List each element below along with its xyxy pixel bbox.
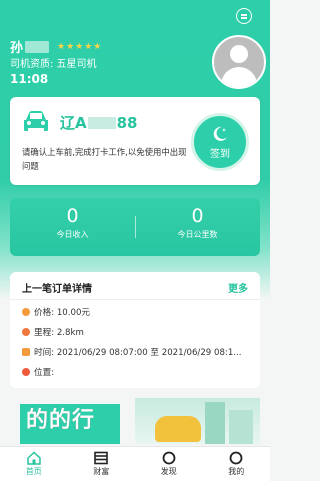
last-order-card: 上一笔订单详情 更多 价格: 10.00元 里程: 2.8km 时间: 2021… xyxy=(10,272,260,388)
location-icon xyxy=(22,368,30,376)
order-price-row: 价格: 10.00元 xyxy=(22,306,90,318)
order-mileage-row: 里程: 2.8km xyxy=(22,326,84,338)
tab-home-label: 首页 xyxy=(25,467,42,476)
banner-illustration xyxy=(135,398,260,444)
driver-qualification: 司机资质: 五星司机 xyxy=(10,59,97,70)
distance-label: 今日公里数 xyxy=(177,230,218,239)
order-time-row: 时间: 2021/06/29 08:07:00 至 2021/06/29 08:… xyxy=(22,346,242,358)
order-location: 位置: xyxy=(34,368,55,378)
building-shape xyxy=(205,402,225,444)
distance-value: 0 xyxy=(191,205,204,227)
driver-name-row: 孙 ★★★★★ xyxy=(10,37,102,56)
driver-name: 孙 xyxy=(10,41,24,56)
tab-home[interactable]: 首页 xyxy=(0,447,68,481)
building-shape xyxy=(229,410,253,444)
banner-logo-text: 的的行 xyxy=(26,408,96,433)
card-separator xyxy=(10,299,260,300)
vehicle-card: 辽A 88 请确认上车前,完成打卡工作,以免使用中出现问题 签到 xyxy=(10,97,260,185)
tab-mine[interactable]: 我的 xyxy=(203,447,271,481)
plate-redaction xyxy=(87,116,116,129)
distance-stat: 0 今日公里数 xyxy=(135,205,260,240)
order-location-row: 位置: xyxy=(22,366,54,378)
tab-wealth[interactable]: 财富 xyxy=(68,447,136,481)
more-link[interactable]: 更多 xyxy=(228,280,248,295)
current-time: 11:08 xyxy=(10,72,49,86)
clock-icon xyxy=(22,348,30,356)
income-stat: 0 今日收入 xyxy=(10,205,135,240)
profile-icon xyxy=(229,451,243,465)
income-value: 0 xyxy=(66,205,79,227)
bottom-tab-bar: 首页 财富 发现 我的 xyxy=(0,446,270,481)
license-plate: 辽A 88 xyxy=(60,112,137,133)
promo-banner[interactable]: 的的行 xyxy=(10,398,260,444)
income-label: 今日收入 xyxy=(56,230,89,239)
rating-stars: ★★★★★ xyxy=(57,41,103,52)
avatar-head-shape xyxy=(230,45,248,63)
avatar[interactable] xyxy=(212,35,266,89)
tab-wealth-label: 财富 xyxy=(93,467,110,476)
car-illustration xyxy=(155,416,201,442)
tab-mine-label: 我的 xyxy=(228,467,245,476)
tab-discover-label: 发现 xyxy=(160,467,177,476)
wallet-icon xyxy=(94,451,109,465)
price-icon xyxy=(22,308,30,316)
plate-suffix: 88 xyxy=(116,113,138,132)
tab-discover[interactable]: 发现 xyxy=(135,447,203,481)
order-mileage: 里程: 2.8km xyxy=(34,328,84,338)
signin-label: 签到 xyxy=(210,148,230,160)
plate-prefix: 辽A xyxy=(60,114,87,132)
car-icon xyxy=(24,111,48,131)
home-icon xyxy=(27,451,41,465)
order-time: 时间: 2021/06/29 08:07:00 至 2021/06/29 08:… xyxy=(34,348,242,358)
signin-button[interactable]: 签到 xyxy=(191,113,249,171)
moon-icon xyxy=(213,126,227,141)
checkin-notice: 请确认上车前,完成打卡工作,以免使用中出现问题 xyxy=(22,147,187,171)
name-redaction xyxy=(25,40,50,53)
avatar-body-shape xyxy=(221,67,257,87)
discover-icon xyxy=(162,451,176,465)
order-price: 价格: 10.00元 xyxy=(34,308,91,318)
menu-icon[interactable] xyxy=(236,8,252,24)
mileage-icon xyxy=(22,328,30,336)
last-order-title: 上一笔订单详情 xyxy=(22,284,92,295)
today-stats-card: 0 今日收入 0 今日公里数 xyxy=(10,198,260,256)
